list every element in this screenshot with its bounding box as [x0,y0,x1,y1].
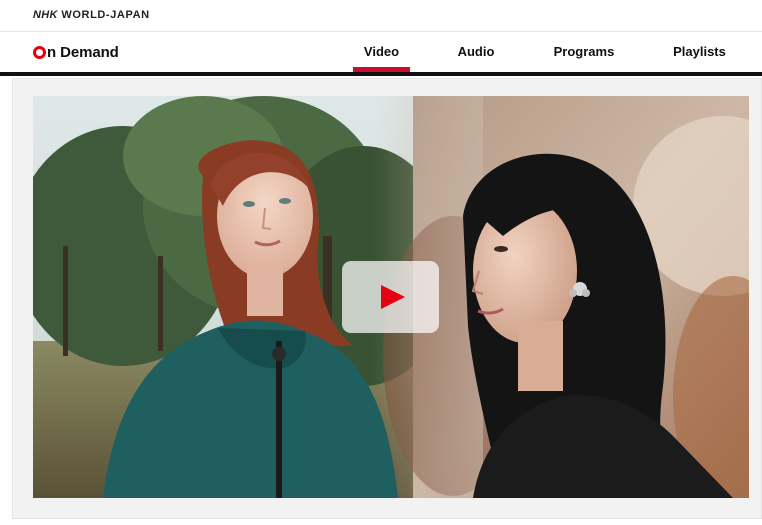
content-bottom-strip [12,518,762,525]
nhk-world-japan-logo[interactable]: NHK WORLD-JAPAN [33,9,150,21]
world-japan-wordmark: WORLD-JAPAN [61,9,150,21]
brand-bar: NHK WORLD-JAPAN [0,0,762,32]
play-icon [380,285,405,309]
nav-tabs: Video Audio Programs Playlists [0,32,762,73]
tab-video[interactable]: Video [353,44,410,59]
active-tab-indicator [353,67,410,72]
tab-programs[interactable]: Programs [549,44,619,59]
tab-playlists[interactable]: Playlists [668,44,731,59]
main-navbar: n Demand Video Audio Programs Playlists [0,32,762,76]
play-button[interactable] [342,261,439,333]
tab-audio[interactable]: Audio [452,44,500,59]
nhk-wordmark: NHK [33,9,58,21]
